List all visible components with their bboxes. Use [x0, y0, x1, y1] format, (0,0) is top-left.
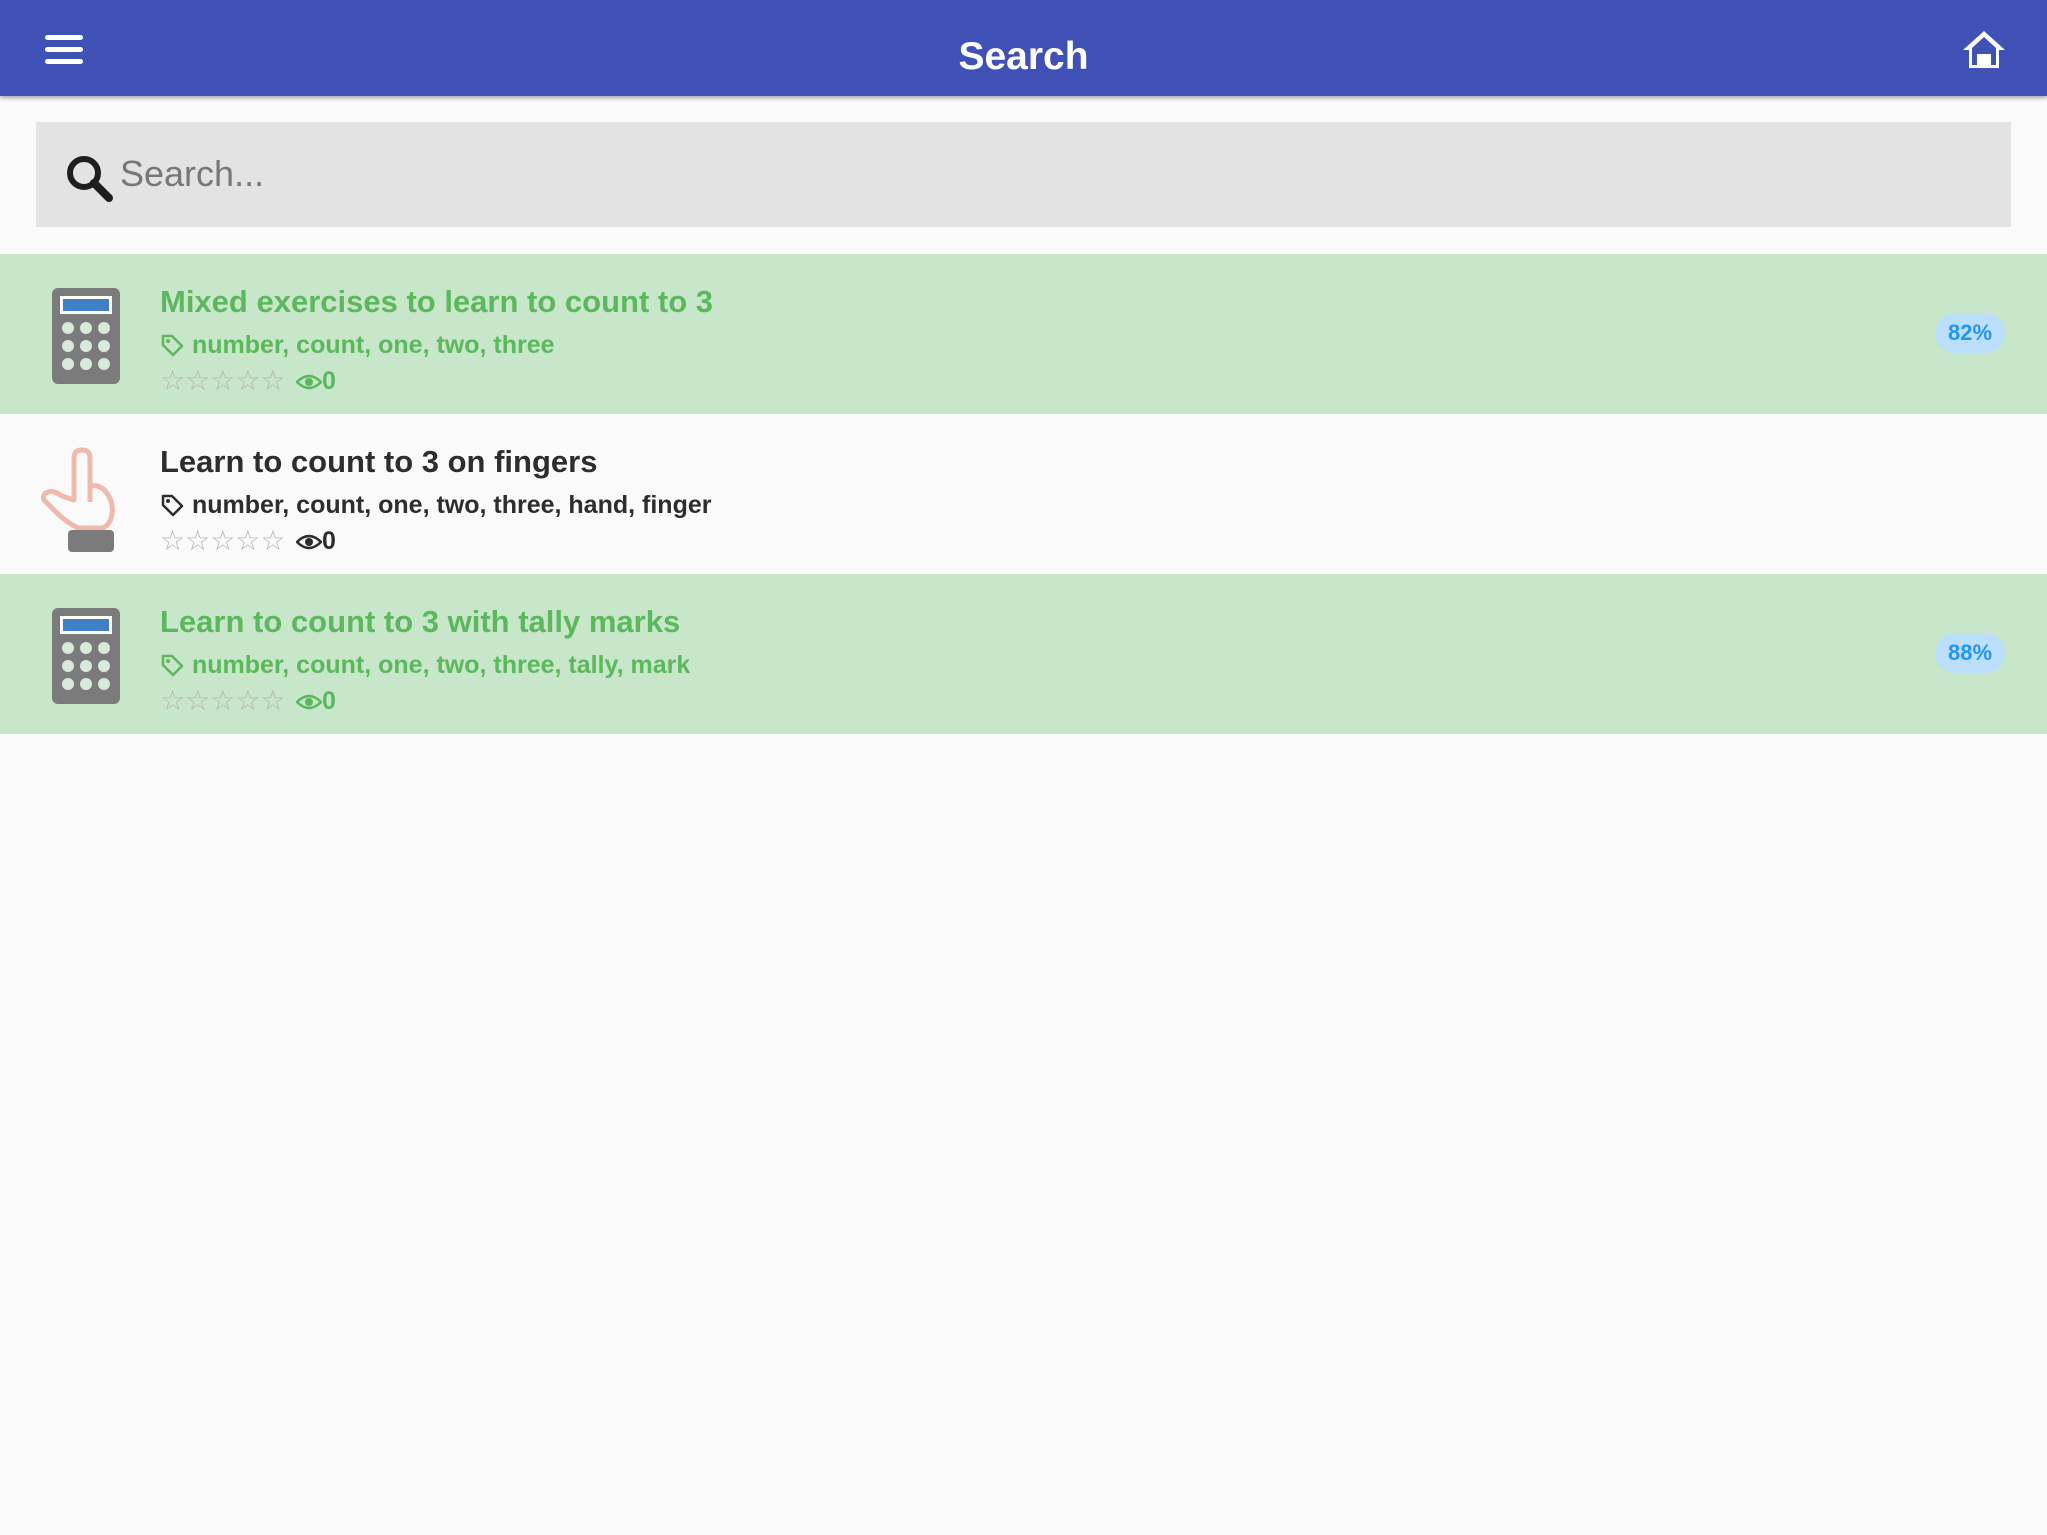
calculator-icon	[48, 606, 124, 706]
result-title: Learn to count to 3 with tally marks	[160, 604, 681, 639]
result-meta: ☆☆☆☆☆ 0	[160, 526, 336, 556]
eye-icon	[295, 532, 323, 550]
rating-stars[interactable]: ☆☆☆☆☆	[160, 526, 286, 556]
rating-stars[interactable]: ☆☆☆☆☆	[160, 686, 286, 716]
tag-icon	[160, 493, 184, 517]
search-icon	[64, 153, 116, 205]
app-header: Search	[0, 0, 2047, 96]
pointing-hand-icon	[40, 446, 116, 552]
result-title: Learn to count to 3 on fingers	[160, 444, 598, 479]
tag-icon	[160, 333, 184, 357]
score-badge: 82%	[1935, 313, 2005, 353]
result-meta: ☆☆☆☆☆ 0	[160, 366, 336, 396]
search-bar	[36, 122, 2011, 227]
calculator-icon	[48, 286, 124, 386]
result-item-tally-marks[interactable]: Learn to count to 3 with tally marks num…	[0, 574, 2047, 734]
result-tags: number, count, one, two, three, hand, fi…	[160, 490, 711, 520]
view-count: 0	[321, 687, 336, 715]
result-item-mixed-exercises[interactable]: Mixed exercises to learn to count to 3 n…	[0, 254, 2047, 414]
eye-icon	[295, 372, 323, 390]
eye-icon	[295, 692, 323, 710]
result-tags-text: number, count, one, two, three, hand, fi…	[192, 491, 712, 519]
view-count: 0	[321, 367, 336, 395]
score-badge: 88%	[1935, 633, 2005, 673]
page-title: Search	[958, 35, 1089, 78]
search-input[interactable]	[118, 140, 1982, 208]
result-item-count-on-fingers[interactable]: Learn to count to 3 on fingers number, c…	[0, 414, 2047, 574]
result-tags-text: number, count, one, two, three	[192, 331, 555, 359]
tag-icon	[160, 653, 184, 677]
result-tags: number, count, one, two, three, tally, m…	[160, 650, 690, 680]
result-tags-text: number, count, one, two, three, tally, m…	[192, 651, 691, 679]
home-icon[interactable]	[1960, 28, 2008, 72]
rating-stars[interactable]: ☆☆☆☆☆	[160, 366, 286, 396]
results-list: Mixed exercises to learn to count to 3 n…	[0, 254, 2047, 734]
result-tags: number, count, one, two, three	[160, 330, 555, 360]
result-meta: ☆☆☆☆☆ 0	[160, 686, 336, 716]
result-title: Mixed exercises to learn to count to 3	[160, 284, 713, 319]
view-count: 0	[321, 527, 336, 555]
